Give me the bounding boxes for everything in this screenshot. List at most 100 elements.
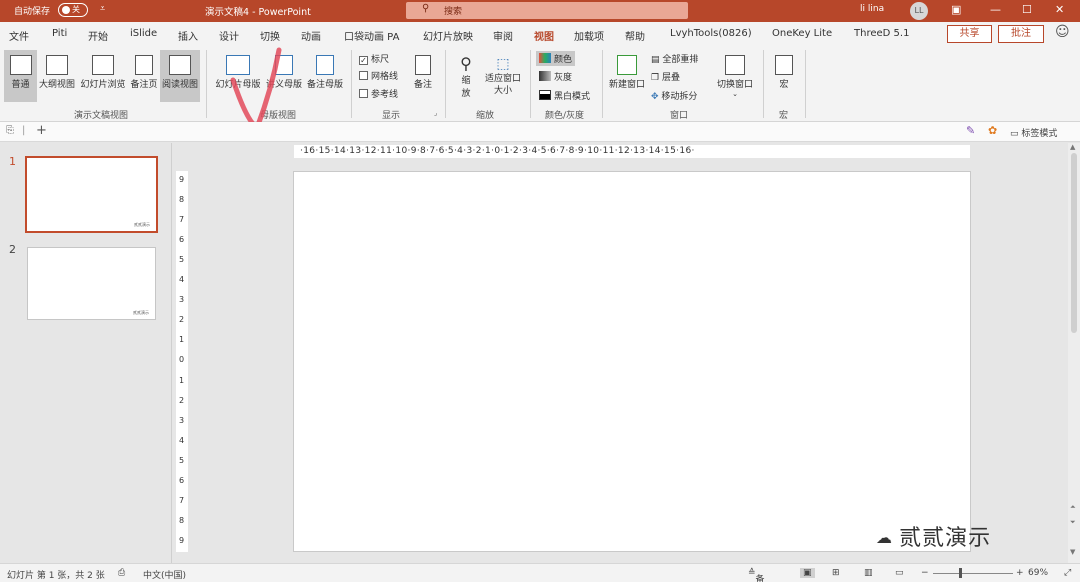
slide-sorter-button[interactable]: 幻灯片浏览 [78,50,128,102]
normal-view-button[interactable]: 普通 [4,50,37,102]
scroll-up-icon[interactable]: ▲ [1070,143,1075,151]
minimize-icon[interactable]: — [990,3,1001,16]
switch-window-button[interactable]: 切换窗口 ⌄ [714,50,756,106]
color-label: 颜色 [554,55,573,65]
dialog-launcher-icon[interactable]: ⌟ [434,109,437,117]
watermark-text: 贰贰演示 [899,526,992,551]
ruler-tick-label: 8 [179,195,185,205]
scrollbar-thumb[interactable] [1071,153,1077,333]
tab-insert[interactable]: 插入 [178,28,198,43]
ruler-tick-label: 5 [179,255,185,265]
guides-checkbox[interactable]: 参考线 [359,87,398,100]
autosave-toggle[interactable]: 关 [58,3,88,17]
gridlines-label: 网格线 [371,72,399,82]
vertical-ruler: 9 8 7 6 5 4 3 2 1 0 1 2 3 4 5 6 7 8 9 [176,171,188,552]
avatar[interactable]: LL [910,2,928,20]
tab-islide[interactable]: iSlide [130,28,157,39]
fit-slide-icon[interactable]: ⤢ [1064,568,1071,578]
move-split-button[interactable]: ✥ 移动拆分 [651,89,697,102]
notes-page-button[interactable]: 备注页 [129,50,159,102]
reading-view-button[interactable]: 阅读视图 [160,50,200,102]
tag-mode-button[interactable]: ▭ 标签模式 [1010,126,1057,139]
share-label: 共享 [959,28,980,39]
maximize-icon[interactable]: ☐ [1022,3,1032,16]
qat-dropdown-icon[interactable]: ⩡ [100,4,105,14]
ribbon-display-options-icon[interactable]: ▣ [951,3,961,16]
notes-master-button[interactable]: 备注母版 [305,50,345,102]
tab-onekey-lite[interactable]: OneKey Lite [772,28,832,39]
section-icon[interactable]: ⎘ [6,125,14,136]
vertical-scrollbar[interactable]: ▲ ⏶ ⏷ ▼ [1068,143,1080,563]
zoom-level[interactable]: 69% [1028,568,1048,578]
color-swatch-icon [539,53,551,63]
close-icon[interactable]: ✕ [1055,3,1064,16]
black-white-option[interactable]: 黑白模式 [539,89,590,102]
ruler-tick-label: 3 [179,415,185,425]
tab-addins[interactable]: 加载项 [574,28,604,43]
notes-button[interactable]: 备注 [410,50,436,102]
pin-icon[interactable]: ✎ [966,124,975,137]
slide-sorter-icon[interactable]: ⊞ [832,568,840,578]
slideshow-icon[interactable]: ▭ [895,568,904,578]
notes-page-icon [135,55,153,75]
share-button[interactable]: 共享 [947,25,992,43]
normal-view-icon[interactable]: ▣ [800,568,815,578]
color-option[interactable]: 颜色 [536,51,576,66]
tab-transitions[interactable]: 切换 [260,28,280,43]
ruler-tick-label: 6 [179,475,185,485]
tab-pocket-animation[interactable]: 口袋动画 PA [344,28,399,43]
gridlines-checkbox[interactable]: 网格线 [359,69,398,82]
tab-review[interactable]: 审阅 [493,28,513,43]
feedback-smiley-icon[interactable]: ☺ [1055,24,1070,40]
scroll-down-icon[interactable]: ▼ [1070,548,1075,556]
reading-view-icon[interactable]: ▥ [864,568,873,578]
next-slide-icon[interactable]: ⏷ [1070,518,1076,527]
spellcheck-icon[interactable]: ⎙ [118,568,125,578]
language-label[interactable]: 中文(中国) [143,568,186,581]
tab-lvyhtools[interactable]: LvyhTools(0826) [670,28,752,39]
zoom-in-icon[interactable]: + [1016,568,1024,578]
fit-to-window-button[interactable]: ⬚ 适应窗口大小 [482,50,524,102]
outline-view-button[interactable]: 大纲视图 [38,50,76,102]
tab-help[interactable]: 帮助 [625,28,645,43]
previous-slide-icon[interactable]: ⏶ [1070,503,1076,512]
tab-design[interactable]: 设计 [219,28,239,43]
slide-thumbnail[interactable]: 贰贰演示 [27,247,156,320]
black-white-label: 黑白模式 [554,92,591,102]
slide-canvas[interactable] [293,171,971,552]
notes-toggle[interactable]: ≙ 备注 [748,568,765,582]
tab-threed[interactable]: ThreeD 5.1 [854,28,909,39]
grayscale-option[interactable]: 灰度 [539,70,572,83]
tab-home[interactable]: 开始 [88,28,108,43]
macros-button[interactable]: 宏 [770,50,798,102]
user-name[interactable]: li lina [860,4,884,14]
ruler-tick-label: 0 [179,355,185,365]
new-window-button[interactable]: 新建窗口 [607,50,647,102]
group-label-presentation-views: 演示文稿视图 [74,111,129,121]
comment-button[interactable]: 批注 [998,25,1044,43]
zoom-out-icon[interactable]: − [921,568,929,578]
slide-thumbnail[interactable]: 贰贰演示 [25,156,158,233]
autosave-label: 自动保存 [14,7,51,17]
tab-slideshow[interactable]: 幻灯片放映 [423,28,473,43]
ruler-tick-label: 2 [179,315,185,325]
search-box[interactable]: ⚲ 搜索 [406,2,688,19]
zoom-slider[interactable] [933,568,1013,578]
tab-file[interactable]: 文件 [9,28,29,43]
zoom-button[interactable]: ⚲ 缩放 [453,50,479,102]
slide-number: 1 [9,155,16,168]
tab-piti[interactable]: Piti [52,28,67,39]
notes-page-label: 备注页 [130,80,158,90]
tab-view[interactable]: 视图 [534,28,554,48]
zoom-slider-thumb[interactable] [958,568,962,578]
tab-animations[interactable]: 动画 [301,28,321,43]
ruler-checkbox[interactable]: ✓ 标尺 [359,52,389,65]
slide-thumbnail-pane: 1 贰贰演示 2 贰贰演示 [0,143,172,563]
add-tab-icon[interactable]: + [36,123,47,138]
ruler-tick-label: 1 [179,375,185,385]
gear-icon[interactable]: ✿ [988,124,997,137]
notes-master-label: 备注母版 [306,80,343,90]
fit-window-icon: ⬚ [496,56,510,72]
arrange-all-button[interactable]: ▤ 全部重排 [651,52,698,65]
cascade-button[interactable]: ❐ 层叠 [651,70,680,83]
